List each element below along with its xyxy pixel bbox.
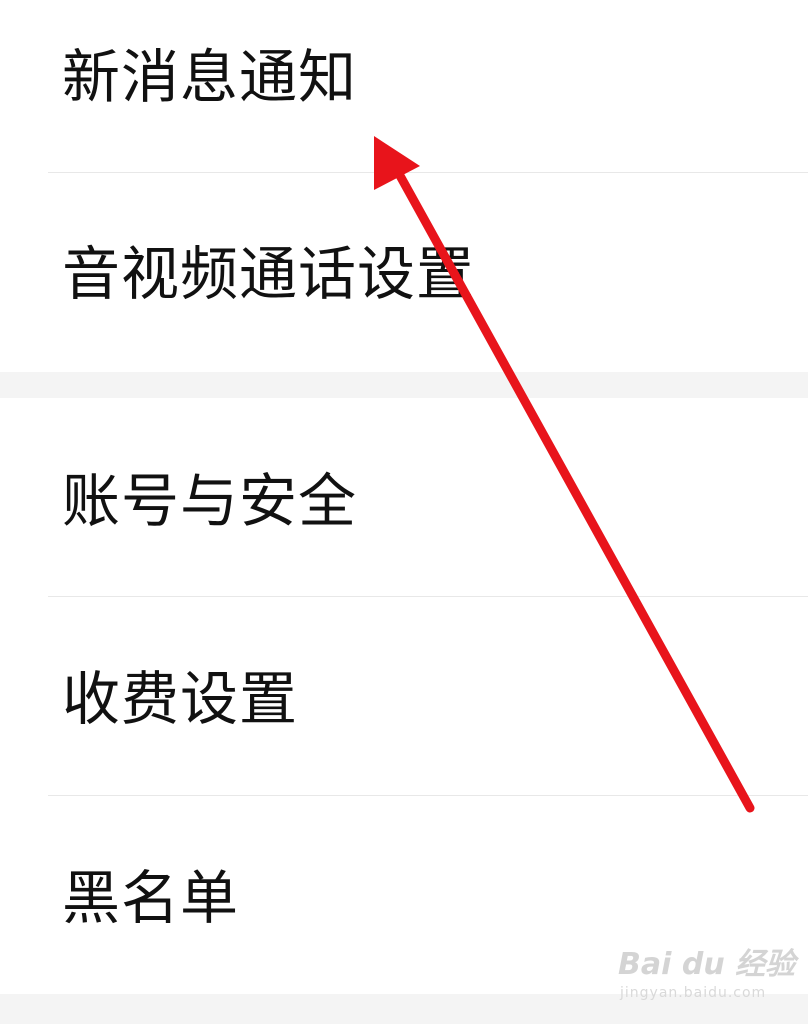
- settings-item-blacklist[interactable]: 黑名单: [0, 796, 808, 994]
- section-separator: [0, 994, 808, 1024]
- settings-item-label: 黑名单: [62, 864, 240, 932]
- settings-item-label: 收费设置: [62, 665, 299, 733]
- settings-item-label: 账号与安全: [62, 467, 358, 535]
- settings-item-label: 新消息通知: [62, 43, 358, 111]
- settings-item-account-security[interactable]: 账号与安全: [0, 398, 808, 596]
- settings-item-label: 音视频通话设置: [62, 240, 476, 308]
- settings-item-av-call-settings[interactable]: 音视频通话设置: [0, 173, 808, 372]
- settings-item-fee-settings[interactable]: 收费设置: [0, 597, 808, 795]
- settings-item-new-message-notification[interactable]: 新消息通知: [0, 0, 808, 172]
- section-separator: [0, 372, 808, 398]
